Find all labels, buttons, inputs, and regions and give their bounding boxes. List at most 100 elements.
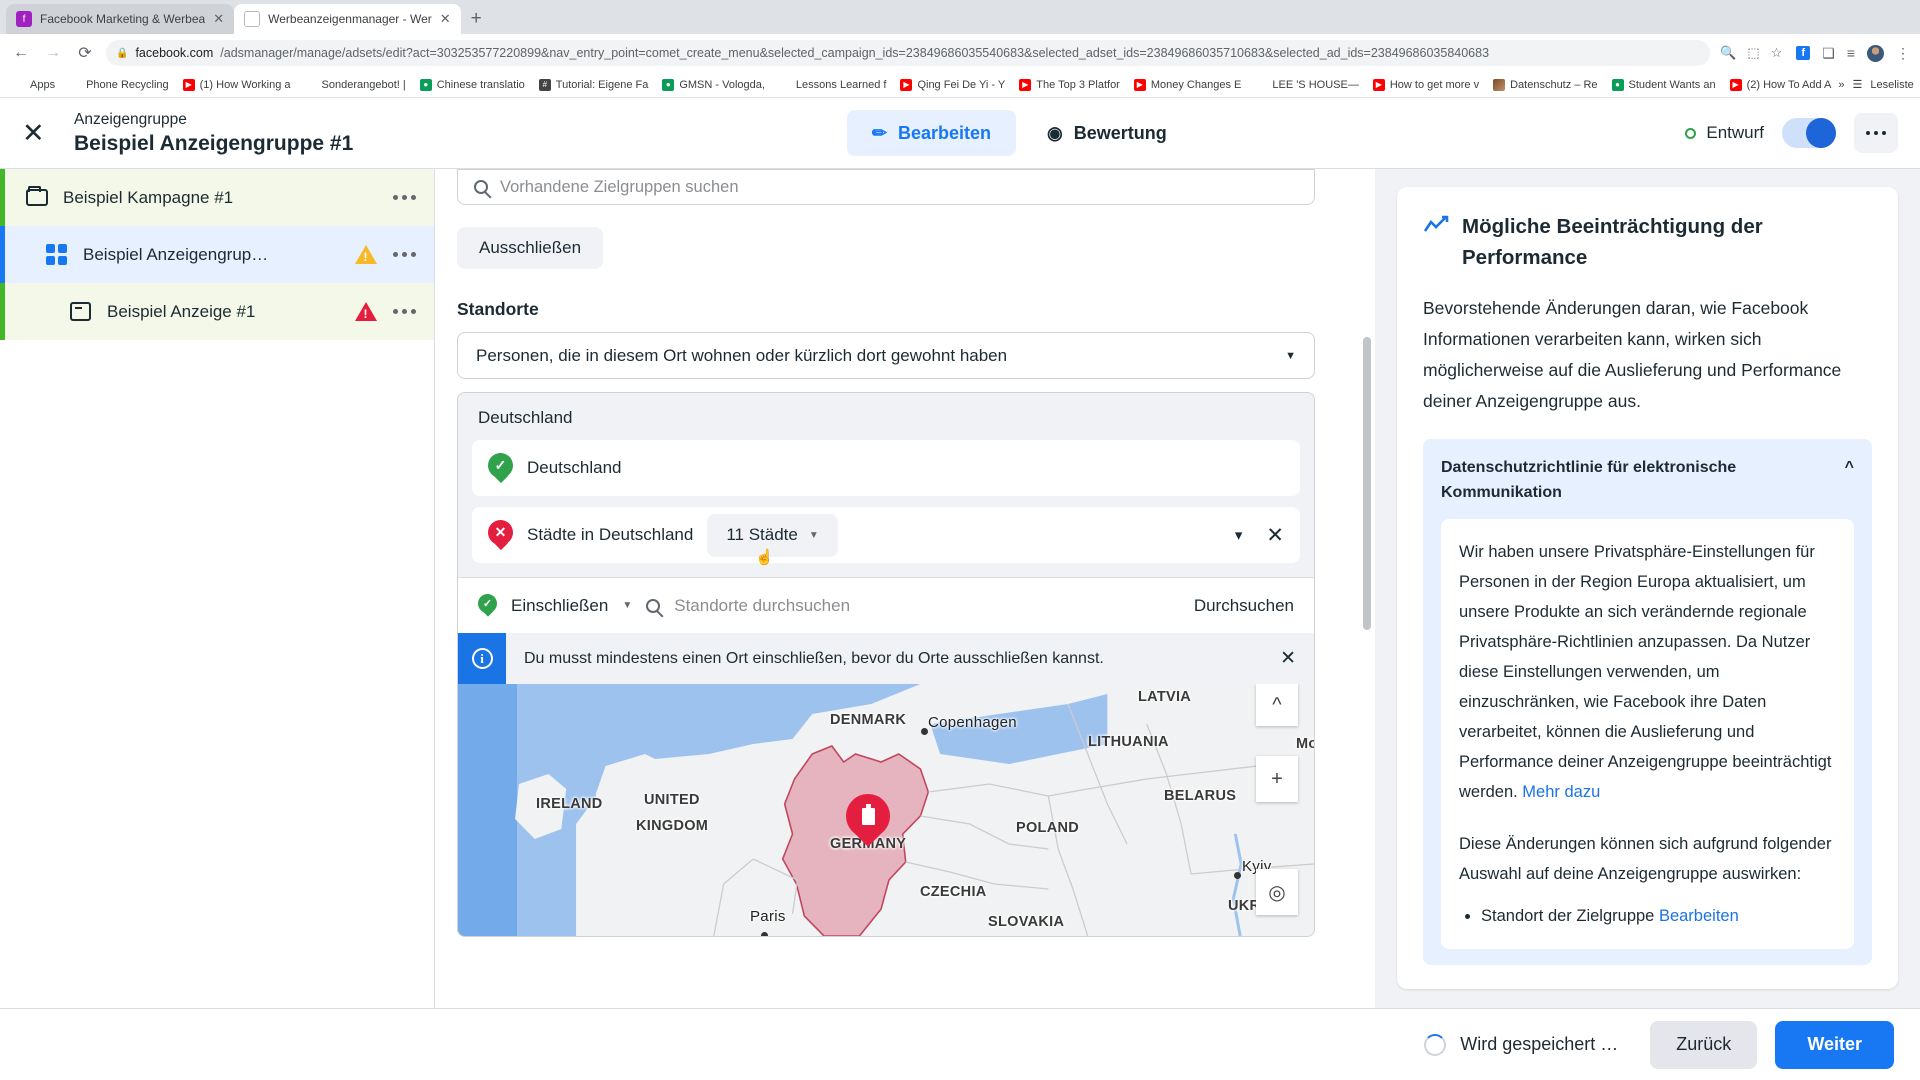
- info-icon: i: [471, 648, 493, 669]
- install-icon[interactable]: ⬚: [1747, 45, 1759, 61]
- bookmark-star-icon[interactable]: ☆: [1771, 45, 1783, 61]
- url-host: facebook.com: [135, 46, 214, 60]
- bookmark-item[interactable]: # Tutorial: Eigene Fa: [532, 78, 656, 91]
- kebab-menu-icon[interactable]: [393, 252, 416, 257]
- locate-icon[interactable]: ◎: [1256, 869, 1298, 915]
- loading-spinner-icon: [1424, 1033, 1447, 1056]
- bookmarks-overflow-icon[interactable]: »: [1838, 79, 1844, 91]
- map-label-latvia: LATVIA: [1138, 689, 1192, 705]
- close-icon[interactable]: ✕: [440, 11, 451, 27]
- close-icon[interactable]: ✕: [22, 118, 68, 149]
- location-map[interactable]: IRELAND UNITED KINGDOM DENMARK Copenhage…: [458, 684, 1314, 936]
- close-icon[interactable]: ✕: [1280, 647, 1296, 670]
- bookmark-item[interactable]: ▶ Money Changes E: [1127, 78, 1249, 91]
- cities-count-dropdown[interactable]: 11 Städte ▼ ☝: [707, 513, 838, 566]
- bookmark-item[interactable]: Datenschutz – Re: [1486, 78, 1604, 91]
- extensions-puzzle-icon[interactable]: ❏: [1822, 45, 1835, 62]
- location-type-select[interactable]: Personen, die in diesem Ort wohnen oder …: [457, 332, 1315, 379]
- close-icon[interactable]: ✕: [213, 11, 224, 27]
- location-search-input[interactable]: Standorte durchsuchen: [674, 596, 850, 616]
- tab-bearbeiten[interactable]: ✏ Bearbeiten: [846, 110, 1017, 156]
- chevron-up-icon[interactable]: ^: [1833, 455, 1854, 480]
- location-row-cities[interactable]: ✕ Städte in Deutschland 11 Städte ▼ ☝ ▾ …: [472, 507, 1300, 566]
- city-dot-copenhagen: [921, 728, 928, 735]
- chrome-menu-icon[interactable]: ⋮: [1896, 45, 1910, 62]
- chevron-down-icon[interactable]: ▾: [1235, 526, 1243, 544]
- accordion-header[interactable]: Datenschutzrichtlinie für elektronische …: [1441, 455, 1854, 505]
- reading-list-label[interactable]: Leseliste: [1870, 79, 1913, 91]
- avatar[interactable]: [1867, 44, 1884, 62]
- sidebar-item-ad[interactable]: Beispiel Anzeige #1: [0, 283, 434, 340]
- address-bar[interactable]: 🔒 facebook.com/adsmanager/manage/adsets/…: [106, 40, 1711, 66]
- accordion-p1-text: Wir haben unsere Privatsphäre-Einstellun…: [1459, 543, 1832, 801]
- map-label-kingdom: KINGDOM: [636, 818, 709, 834]
- tab-bewertung[interactable]: ◉ Bewertung: [1022, 110, 1192, 156]
- cities-count-label: 11 Städte: [726, 525, 798, 544]
- bookmark-item[interactable]: ● Student Wants an: [1605, 78, 1723, 91]
- kebab-menu-icon[interactable]: [393, 195, 416, 200]
- reading-list-panel-icon[interactable]: ☰: [1853, 78, 1863, 91]
- next-button[interactable]: Weiter: [1775, 1020, 1894, 1069]
- sidebar-item-adset[interactable]: Beispiel Anzeigengrup…: [0, 226, 434, 283]
- folder-icon: [26, 186, 56, 206]
- browser-tab-2[interactable]: ▣ Werbeanzeigenmanager - Wer ✕: [234, 4, 461, 34]
- sidebar-item-campaign[interactable]: Beispiel Kampagne #1: [0, 169, 434, 226]
- bookmark-item[interactable]: △ LEE 'S HOUSE—: [1248, 79, 1365, 91]
- bookmark-item[interactable]: ▶ How to get more v: [1366, 78, 1486, 91]
- map-collapse-button[interactable]: ^: [1256, 684, 1298, 726]
- audience-search-input[interactable]: Vorhandene Zielgruppen suchen: [457, 169, 1315, 205]
- main-scrollbar[interactable]: [1363, 169, 1373, 1008]
- search-action-link[interactable]: Durchsuchen: [1194, 596, 1294, 616]
- remove-location-icon[interactable]: ✕: [1266, 523, 1284, 548]
- bookmarks-bar-right: » ☰ Leseliste: [1838, 78, 1917, 92]
- performance-impact-card: Mögliche Beeinträchtigung der Performanc…: [1397, 187, 1898, 989]
- scrollbar-thumb[interactable]: [1363, 336, 1371, 631]
- status-badge: Entwurf: [1685, 123, 1764, 143]
- status-bar: [0, 283, 5, 340]
- bookmark-item[interactable]: ● GMSN - Vologda,: [655, 78, 772, 91]
- location-row-label: Deutschland: [527, 458, 622, 477]
- location-notice-banner: i Du musst mindestens einen Ort einschli…: [458, 633, 1314, 684]
- edit-link[interactable]: Bearbeiten: [1659, 907, 1739, 925]
- location-row-germany[interactable]: ✓ Deutschland: [472, 440, 1300, 496]
- url-path: /adsmanager/manage/adsets/edit?act=30325…: [220, 46, 1490, 60]
- sidebar-item-label: Beispiel Kampagne #1: [63, 187, 234, 207]
- bookmark-item[interactable]: ◯ Phone Recycling: [62, 79, 176, 91]
- privacy-policy-accordion: Datenschutzrichtlinie für elektronische …: [1423, 439, 1872, 965]
- reload-icon[interactable]: ⟳: [74, 43, 96, 63]
- search-icon[interactable]: 🔍: [1720, 45, 1736, 61]
- back-button[interactable]: Zurück: [1650, 1020, 1758, 1069]
- forward-icon[interactable]: →: [42, 44, 64, 62]
- map-zoom-in-button[interactable]: +: [1256, 756, 1298, 802]
- green-circle-icon: ●: [662, 78, 675, 91]
- bookmark-item[interactable]: ● Chinese translatio: [413, 78, 532, 91]
- more-info-link[interactable]: Mehr dazu: [1522, 783, 1600, 801]
- bookmark-item[interactable]: ▶ The Top 3 Platfor: [1012, 78, 1127, 91]
- youtube-icon: ▶: [1133, 78, 1146, 91]
- bookmark-item[interactable]: ▶ (1) How Working a: [176, 78, 298, 91]
- reading-list-icon[interactable]: ≡: [1847, 45, 1855, 61]
- city-marker-icon[interactable]: [846, 794, 890, 847]
- browser-tab-1[interactable]: f Facebook Marketing & Werbea ✕: [6, 4, 235, 34]
- map-label-moscow: Mos: [1296, 736, 1314, 752]
- bookmark-item[interactable]: ◷ Sonderangebot! |: [298, 79, 413, 91]
- browser-tab-2-title: Werbeanzeigenmanager - Wer: [268, 12, 432, 26]
- status-toggle[interactable]: [1782, 118, 1836, 148]
- bookmark-item[interactable]: ▦ Apps: [6, 79, 62, 91]
- list-item-text: Standort der Zielgruppe: [1481, 907, 1655, 925]
- facebook-extension-icon[interactable]: f: [1796, 46, 1811, 60]
- bookmark-item[interactable]: ✎ Lessons Learned f: [772, 79, 894, 91]
- exclude-button[interactable]: Ausschließen: [457, 227, 604, 269]
- kebab-menu-icon[interactable]: [393, 309, 416, 314]
- browser-tab-1-title: Facebook Marketing & Werbea: [40, 12, 206, 26]
- bookmark-item[interactable]: ▶ (2) How To Add A: [1723, 78, 1839, 91]
- include-mode-label[interactable]: Einschließen: [511, 596, 608, 616]
- new-tab-button[interactable]: +: [461, 8, 492, 34]
- bookmark-item[interactable]: ▶ Qing Fei De Yi - Y: [893, 78, 1012, 91]
- bookmark-label: Datenschutz – Re: [1510, 78, 1598, 91]
- error-triangle-icon[interactable]: [355, 302, 377, 321]
- kebab-menu-icon[interactable]: [1854, 113, 1898, 153]
- chevron-down-icon[interactable]: ▼: [622, 600, 632, 611]
- warning-triangle-icon[interactable]: [355, 245, 377, 264]
- back-icon[interactable]: ←: [10, 44, 32, 62]
